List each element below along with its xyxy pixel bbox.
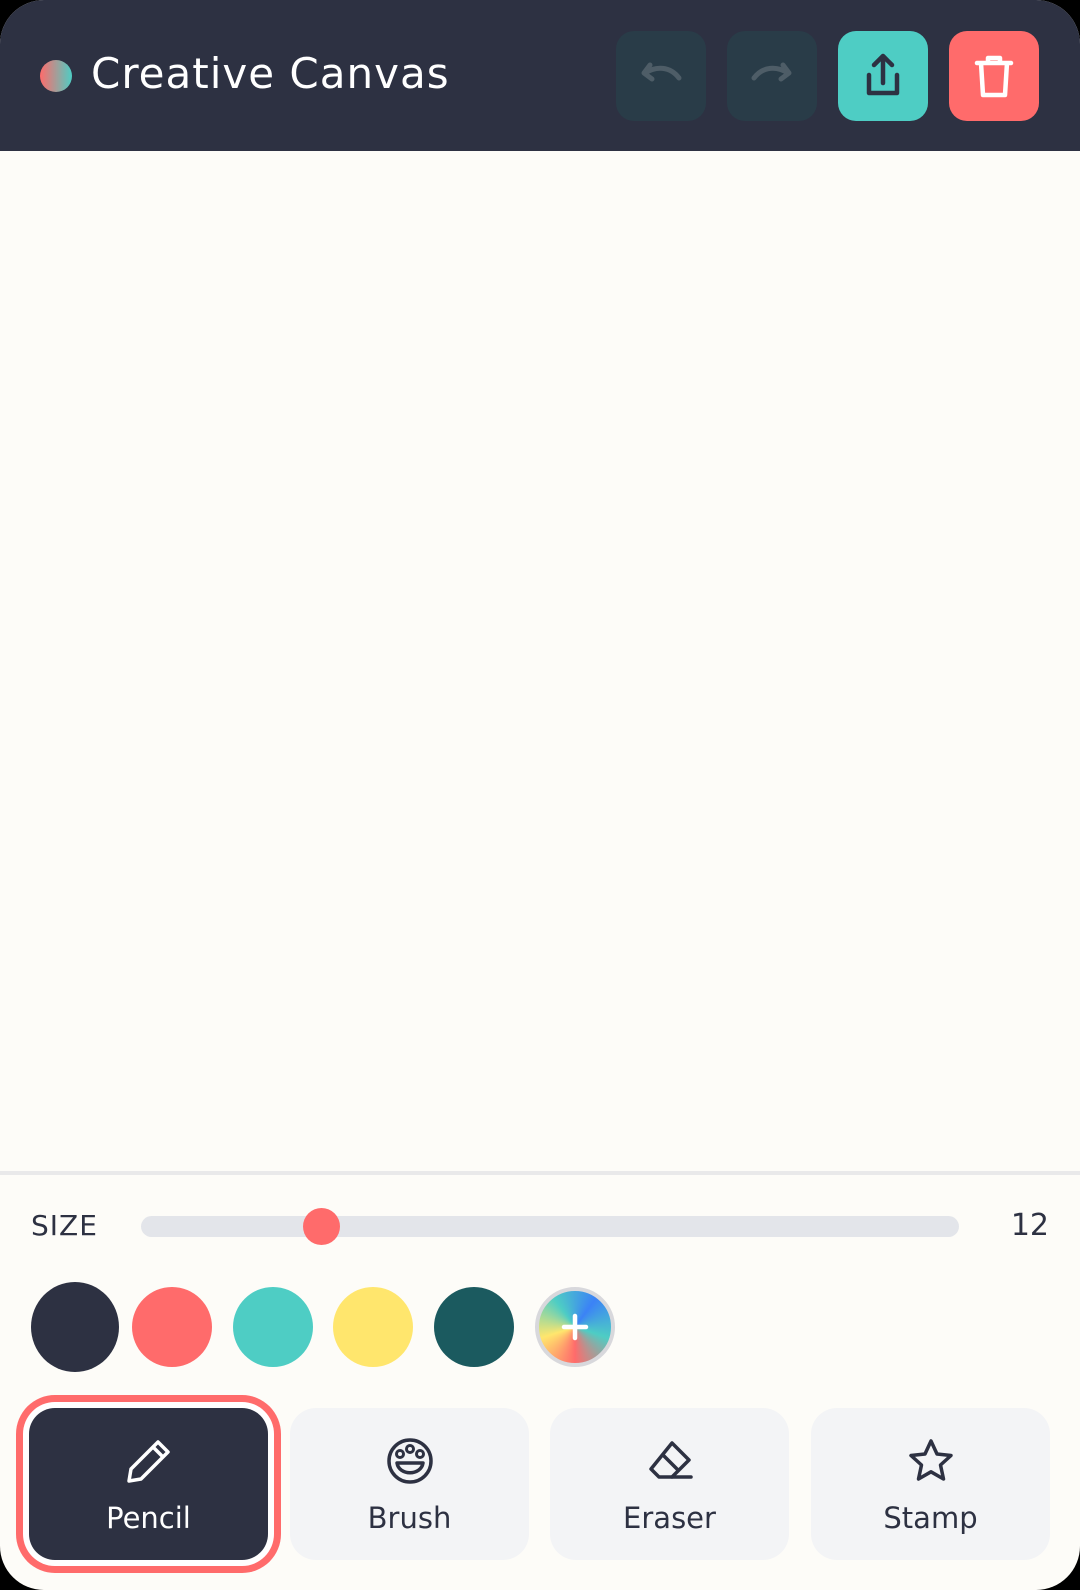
size-value: 12 <box>1010 1208 1049 1243</box>
tool-brush[interactable]: Brush <box>290 1408 529 1560</box>
undo-button[interactable] <box>616 31 706 121</box>
pencil-icon <box>126 1440 170 1483</box>
tool-stamp-label: Stamp <box>883 1501 978 1535</box>
app-header: Creative Canvas <box>0 0 1080 151</box>
share-button[interactable] <box>838 31 928 121</box>
tool-eraser[interactable]: Eraser <box>550 1408 789 1560</box>
size-label: SIZE <box>31 1209 98 1242</box>
color-swatch-yellow[interactable] <box>333 1287 413 1367</box>
color-swatch-dark-teal[interactable] <box>434 1287 514 1367</box>
color-swatch-coral[interactable] <box>132 1287 212 1367</box>
trash-icon <box>974 55 1014 98</box>
add-color-button[interactable] <box>535 1287 615 1367</box>
drawing-canvas[interactable] <box>0 151 1080 1171</box>
logo-dot-icon <box>40 60 72 92</box>
toolbar-divider <box>0 1171 1080 1175</box>
redo-icon <box>751 62 792 82</box>
redo-button[interactable] <box>727 31 817 121</box>
delete-button[interactable] <box>949 31 1039 121</box>
tool-pencil[interactable]: Pencil <box>29 1408 268 1560</box>
star-icon <box>908 1439 953 1481</box>
tool-stamp[interactable]: Stamp <box>811 1408 1050 1560</box>
color-swatch-navy[interactable] <box>31 1282 119 1372</box>
tool-eraser-label: Eraser <box>623 1501 716 1535</box>
plus-icon <box>561 1313 589 1341</box>
color-swatch-teal[interactable] <box>233 1287 313 1367</box>
tool-brush-label: Brush <box>367 1501 452 1535</box>
undo-icon <box>641 62 682 82</box>
palette-icon <box>386 1438 433 1484</box>
eraser-icon <box>648 1441 693 1479</box>
share-icon <box>866 53 900 96</box>
size-slider-track[interactable] <box>141 1216 959 1237</box>
tool-pencil-label: Pencil <box>106 1501 191 1535</box>
app-window: Creative Canvas SIZE 12 Pencil Brush Era… <box>0 0 1080 1590</box>
size-slider-thumb[interactable] <box>302 1208 340 1245</box>
app-title: Creative Canvas <box>91 49 450 98</box>
